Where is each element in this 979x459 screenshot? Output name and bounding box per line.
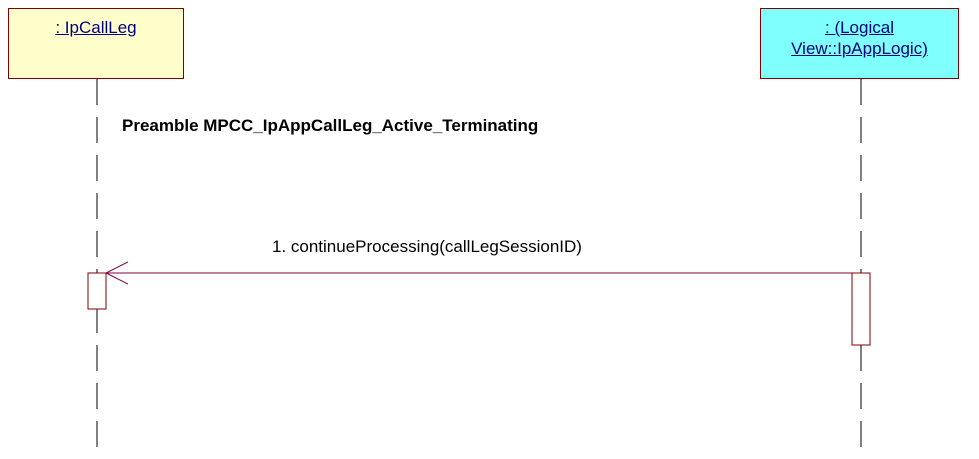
activation-bar-IpAppLogic — [851, 272, 871, 346]
lifeline-head-IpAppLogic: : (Logical View::IpAppLogic) — [760, 8, 959, 79]
lifeline-head-IpCallLeg: : IpCallLeg — [8, 8, 184, 79]
message-label: 1. continueProcessing(callLegSessionID) — [272, 237, 582, 256]
lifeline-head-IpCallLeg-label: : IpCallLeg — [55, 18, 137, 37]
lifeline-head-IpAppLogic-label-line2: View::IpAppLogic) — [791, 39, 928, 58]
activation-bar-IpCallLeg — [87, 272, 107, 310]
lifeline-head-IpAppLogic-label-line1: : (Logical — [825, 18, 894, 37]
preamble-note: Preamble MPCC_IpAppCallLeg_Active_Termin… — [120, 116, 541, 136]
